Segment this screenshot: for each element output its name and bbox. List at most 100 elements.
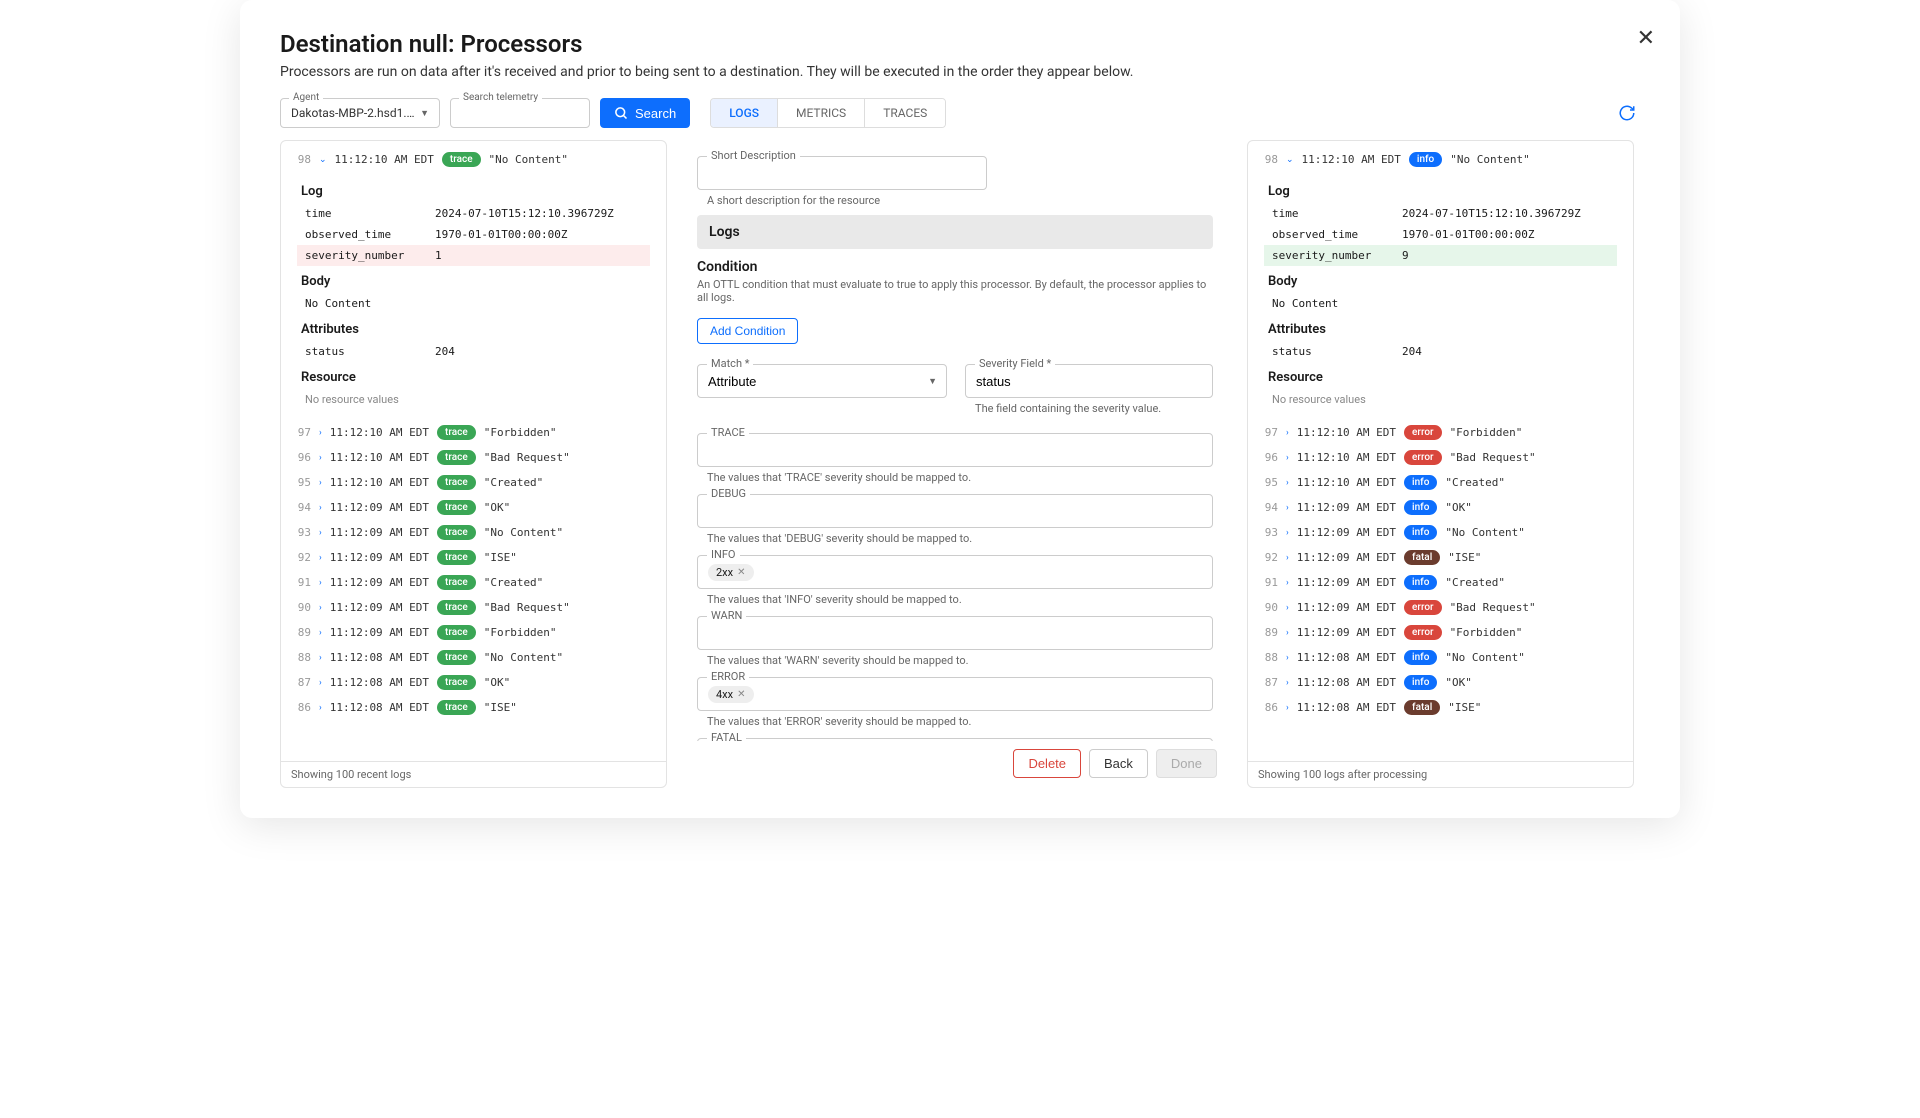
log-number: 96 (1258, 451, 1278, 464)
log-row[interactable]: 96 › 11:12:10 AM EDT error "Bad Request" (1254, 445, 1627, 470)
log-message: "Created" (484, 476, 544, 489)
log-row[interactable]: 92 › 11:12:09 AM EDT trace "ISE" (287, 545, 660, 570)
detail-kv: time2024-07-10T15:12:10.396729Z (297, 203, 650, 224)
chip-remove-icon[interactable]: ✕ (737, 689, 745, 700)
log-row-expanded[interactable]: 98 ⌄ 11:12:10 AM EDT info "No Content" (1254, 147, 1627, 172)
log-message: "ISE" (484, 701, 517, 714)
log-row[interactable]: 87 › 11:12:08 AM EDT info "OK" (1254, 670, 1627, 695)
severity-level-help: The values that 'TRACE' severity should … (707, 471, 1213, 484)
severity-badge: trace (437, 600, 476, 615)
search-input-wrap[interactable]: Search telemetry (450, 98, 590, 128)
log-number: 92 (291, 551, 311, 564)
chevron-right-icon: › (1286, 528, 1289, 538)
log-time: 11:12:09 AM EDT (1297, 601, 1396, 614)
log-row[interactable]: 93 › 11:12:09 AM EDT info "No Content" (1254, 520, 1627, 545)
log-row[interactable]: 96 › 11:12:10 AM EDT trace "Bad Request" (287, 445, 660, 470)
severity-badge: error (1404, 600, 1442, 615)
chevron-right-icon: › (319, 628, 322, 638)
log-row[interactable]: 87 › 11:12:08 AM EDT trace "OK" (287, 670, 660, 695)
log-number: 88 (1258, 651, 1278, 664)
tab-traces[interactable]: TRACES (865, 99, 945, 127)
severity-field-help: The field containing the severity value. (975, 402, 1213, 415)
log-time: 11:12:08 AM EDT (330, 651, 429, 664)
log-row[interactable]: 94 › 11:12:09 AM EDT info "OK" (1254, 495, 1627, 520)
log-row[interactable]: 88 › 11:12:08 AM EDT trace "No Content" (287, 645, 660, 670)
match-field[interactable]: Match * ▼ (697, 364, 947, 398)
processor-form: Short Description A short description fo… (687, 140, 1227, 788)
log-time: 11:12:10 AM EDT (330, 476, 429, 489)
log-row[interactable]: 88 › 11:12:08 AM EDT info "No Content" (1254, 645, 1627, 670)
log-number: 93 (291, 526, 311, 539)
back-button[interactable]: Back (1089, 749, 1148, 778)
chip-remove-icon[interactable]: ✕ (737, 567, 745, 578)
short-description-help: A short description for the resource (707, 194, 1213, 207)
search-input[interactable] (461, 106, 579, 120)
no-resource-text: No resource values (1264, 389, 1617, 410)
severity-chip-input[interactable]: 5xx✕ (697, 738, 1213, 741)
agent-select[interactable]: Agent Dakotas-MBP-2.hsd1.mi.co... ▼ (280, 98, 440, 128)
log-row[interactable]: 90 › 11:12:09 AM EDT error "Bad Request" (1254, 595, 1627, 620)
log-row[interactable]: 97 › 11:12:10 AM EDT trace "Forbidden" (287, 420, 660, 445)
log-number: 89 (1258, 626, 1278, 639)
chevron-right-icon: › (319, 428, 322, 438)
tab-metrics[interactable]: METRICS (778, 99, 865, 127)
log-number: 87 (291, 676, 311, 689)
log-time: 11:12:10 AM EDT (330, 426, 429, 439)
severity-badge: trace (437, 475, 476, 490)
chevron-right-icon: › (319, 578, 322, 588)
log-number: 89 (291, 626, 311, 639)
resource-section-header: Resource (1268, 370, 1617, 385)
log-row[interactable]: 91 › 11:12:09 AM EDT info "Created" (1254, 570, 1627, 595)
log-message: "Bad Request" (1450, 601, 1536, 614)
severity-chip[interactable]: 4xx✕ (708, 686, 754, 703)
refresh-button[interactable] (1614, 100, 1640, 126)
log-row[interactable]: 95 › 11:12:10 AM EDT trace "Created" (287, 470, 660, 495)
log-row[interactable]: 90 › 11:12:09 AM EDT trace "Bad Request" (287, 595, 660, 620)
chevron-right-icon: › (1286, 603, 1289, 613)
log-number: 95 (1258, 476, 1278, 489)
log-time: 11:12:09 AM EDT (330, 601, 429, 614)
log-row[interactable]: 86 › 11:12:08 AM EDT fatal "ISE" (1254, 695, 1627, 720)
attributes-section-header: Attributes (1268, 322, 1617, 337)
log-row[interactable]: 89 › 11:12:09 AM EDT trace "Forbidden" (287, 620, 660, 645)
left-panel-footer: Showing 100 recent logs (281, 761, 666, 787)
log-section-header: Log (1268, 184, 1617, 199)
log-time: 11:12:09 AM EDT (1297, 576, 1396, 589)
severity-chip[interactable]: 2xx✕ (708, 564, 754, 581)
chevron-right-icon: › (319, 678, 322, 688)
log-number: 97 (291, 426, 311, 439)
body-value: No Content (297, 293, 650, 314)
log-row[interactable]: 95 › 11:12:10 AM EDT info "Created" (1254, 470, 1627, 495)
severity-chip-input[interactable]: 4xx✕ (697, 677, 1213, 711)
severity-chip-input[interactable] (697, 433, 1213, 467)
agent-label: Agent (289, 92, 323, 103)
severity-badge: trace (437, 675, 476, 690)
log-row[interactable]: 93 › 11:12:09 AM EDT trace "No Content" (287, 520, 660, 545)
chevron-right-icon: › (319, 653, 322, 663)
search-button[interactable]: Search (600, 98, 690, 128)
tab-logs[interactable]: LOGS (711, 99, 778, 127)
log-time: 11:12:09 AM EDT (1297, 526, 1396, 539)
log-time: 11:12:10 AM EDT (1302, 153, 1401, 166)
done-button[interactable]: Done (1156, 749, 1217, 778)
log-row[interactable]: 91 › 11:12:09 AM EDT trace "Created" (287, 570, 660, 595)
log-message: "Bad Request" (484, 451, 570, 464)
chevron-right-icon: › (1286, 453, 1289, 463)
severity-chip-input[interactable] (697, 616, 1213, 650)
severity-level-warn: WARN (697, 616, 1213, 650)
log-row[interactable]: 89 › 11:12:09 AM EDT error "Forbidden" (1254, 620, 1627, 645)
log-row[interactable]: 97 › 11:12:10 AM EDT error "Forbidden" (1254, 420, 1627, 445)
log-row[interactable]: 86 › 11:12:08 AM EDT trace "ISE" (287, 695, 660, 720)
delete-button[interactable]: Delete (1013, 749, 1081, 778)
detail-kv: severity_number9 (1264, 245, 1617, 266)
log-row[interactable]: 92 › 11:12:09 AM EDT fatal "ISE" (1254, 545, 1627, 570)
log-row[interactable]: 94 › 11:12:09 AM EDT trace "OK" (287, 495, 660, 520)
add-condition-button[interactable]: Add Condition (697, 318, 798, 344)
no-resource-text: No resource values (297, 389, 650, 410)
severity-chip-input[interactable] (697, 494, 1213, 528)
close-button[interactable]: ✕ (1637, 25, 1655, 51)
chevron-right-icon: › (1286, 703, 1289, 713)
severity-chip-input[interactable]: 2xx✕ (697, 555, 1213, 589)
log-row-expanded[interactable]: 98 ⌄ 11:12:10 AM EDT trace "No Content" (287, 147, 660, 172)
log-number: 90 (291, 601, 311, 614)
